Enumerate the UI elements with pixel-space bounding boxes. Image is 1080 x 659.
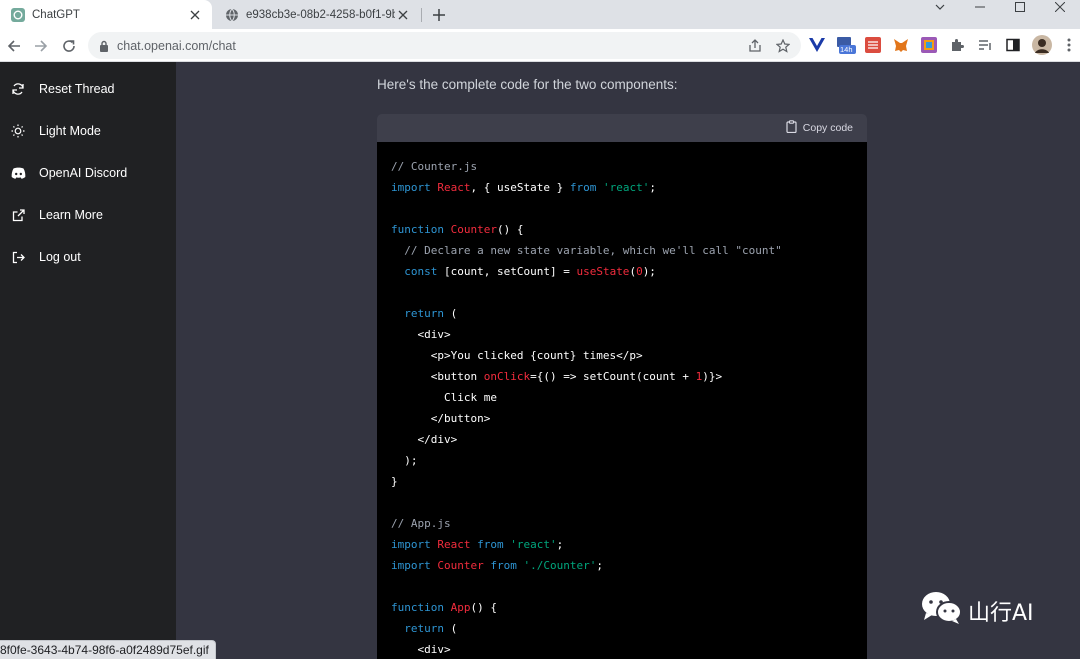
colorful-extension-icon[interactable] [920,36,938,54]
code-line: } [391,475,398,488]
tab-chatgpt[interactable]: ChatGPT [0,0,212,29]
openai-favicon-icon [11,7,25,22]
refresh-icon [10,81,26,97]
clipboard-icon [786,120,797,136]
url-text: chat.openai.com/chat [117,38,236,53]
sun-icon [10,123,26,139]
main-content: Here's the complete code for the two com… [176,62,1080,659]
profile-avatar[interactable] [1031,34,1053,56]
extensions-puzzle-icon[interactable] [948,36,966,54]
sidebar-item-label: Light Mode [39,124,101,138]
tab-second[interactable]: e938cb3e-08b2-4258-b0f1-9be8 [214,0,420,29]
maximize-icon[interactable] [1000,0,1040,14]
code-line: // App.js [391,517,451,530]
code-line: function Counter() { [391,223,524,236]
code-line: Click me [391,391,497,404]
external-link-icon [10,207,26,223]
code-line: <p>You clicked {count} times</p> [391,349,643,362]
sidebar-item-label: Log out [39,250,81,264]
sidebar-item-label: Learn More [39,208,103,222]
close-tab-icon[interactable] [187,7,203,23]
watermark: 山行AI [920,590,1034,631]
sidebar-item-label: OpenAI Discord [39,166,128,180]
code-line: import Counter from './Counter'; [391,559,603,572]
back-button[interactable] [4,36,24,56]
discord-icon [10,165,26,181]
code-line: ​ [391,198,853,219]
code-line: // Declare a new state variable, which w… [391,244,782,257]
code-line: <div> [391,328,451,341]
assistant-message-text: Here's the complete code for the two com… [377,77,678,92]
tab-search-icon[interactable] [920,0,960,14]
watermark-text: 山行AI [968,600,1034,626]
minimize-icon[interactable] [960,0,1000,14]
globe-icon [225,8,239,22]
code-line: </div> [391,433,458,446]
lock-icon[interactable] [99,40,109,52]
code-line: // Counter.js [391,160,478,173]
code-line: function App() { [391,601,497,614]
bookmark-star-icon[interactable] [773,36,793,56]
logout-icon [10,249,26,265]
new-tab-button[interactable] [429,5,449,25]
sidebar-item-log-out[interactable]: Log out [0,242,176,272]
tab-title: ChatGPT [32,8,80,21]
window-controls [920,0,1080,14]
reading-list-icon[interactable] [976,36,994,54]
link-status-bubble: 8f0fe-3643-4b74-98f6-a0f2489d75ef.gif [0,640,216,659]
copy-code-label: Copy code [802,122,853,134]
code-line: ​ [391,282,853,303]
code-line: import React from 'react'; [391,538,564,551]
code-line: <div> [391,643,451,656]
todoist-extension-icon[interactable] [864,36,882,54]
code-line: return ( [404,622,458,635]
code-line: import React, { useState } from 'react'; [391,181,656,194]
reload-button[interactable] [59,36,79,56]
close-tab-icon[interactable] [395,7,411,23]
sidebar-item-label: Reset Thread [39,82,115,96]
metamask-extension-icon[interactable] [892,36,910,54]
code-line: ​ [391,492,853,513]
wechat-icon [920,590,962,631]
code-line: return ( [404,307,458,320]
tab-strip: ChatGPT e938cb3e-08b2-4258-b0f1-9be8 [0,0,1080,29]
sidebar: Reset Thread Light Mode OpenAI Discord L… [0,62,176,659]
vue-extension-icon[interactable] [808,36,826,54]
code-body: // Counter.js import React, { useState } … [377,142,867,659]
code-block: Copy code // Counter.js import React, { u… [377,114,867,659]
more-menu-icon[interactable] [1060,36,1078,54]
code-block-header: Copy code [377,114,867,142]
browser-toolbar: chat.openai.com/chat 14h [0,29,1080,62]
calendar-extension-icon[interactable]: 14h [836,36,856,54]
code-line: ​ [391,576,853,597]
sidebar-item-learn-more[interactable]: Learn More [0,200,176,230]
sidebar-item-openai-discord[interactable]: OpenAI Discord [0,158,176,188]
code-line: <button onClick={() => setCount(count + … [391,370,723,383]
forward-button[interactable] [31,36,51,56]
tab-separator [421,8,422,22]
address-bar[interactable]: chat.openai.com/chat [88,32,801,59]
code-line: </button> [391,412,491,425]
extension-badge: 14h [840,45,853,54]
close-window-icon[interactable] [1040,0,1080,14]
sidebar-item-reset-thread[interactable]: Reset Thread [0,74,176,104]
side-panel-icon[interactable] [1004,36,1022,54]
tab-title: e938cb3e-08b2-4258-b0f1-9be8 [246,8,395,21]
code-line: const [count, setCount] = useState(0); [404,265,656,278]
share-icon[interactable] [745,36,765,56]
copy-code-button[interactable]: Copy code [786,120,853,136]
sidebar-item-light-mode[interactable]: Light Mode [0,116,176,146]
code-line: ); [391,454,418,467]
